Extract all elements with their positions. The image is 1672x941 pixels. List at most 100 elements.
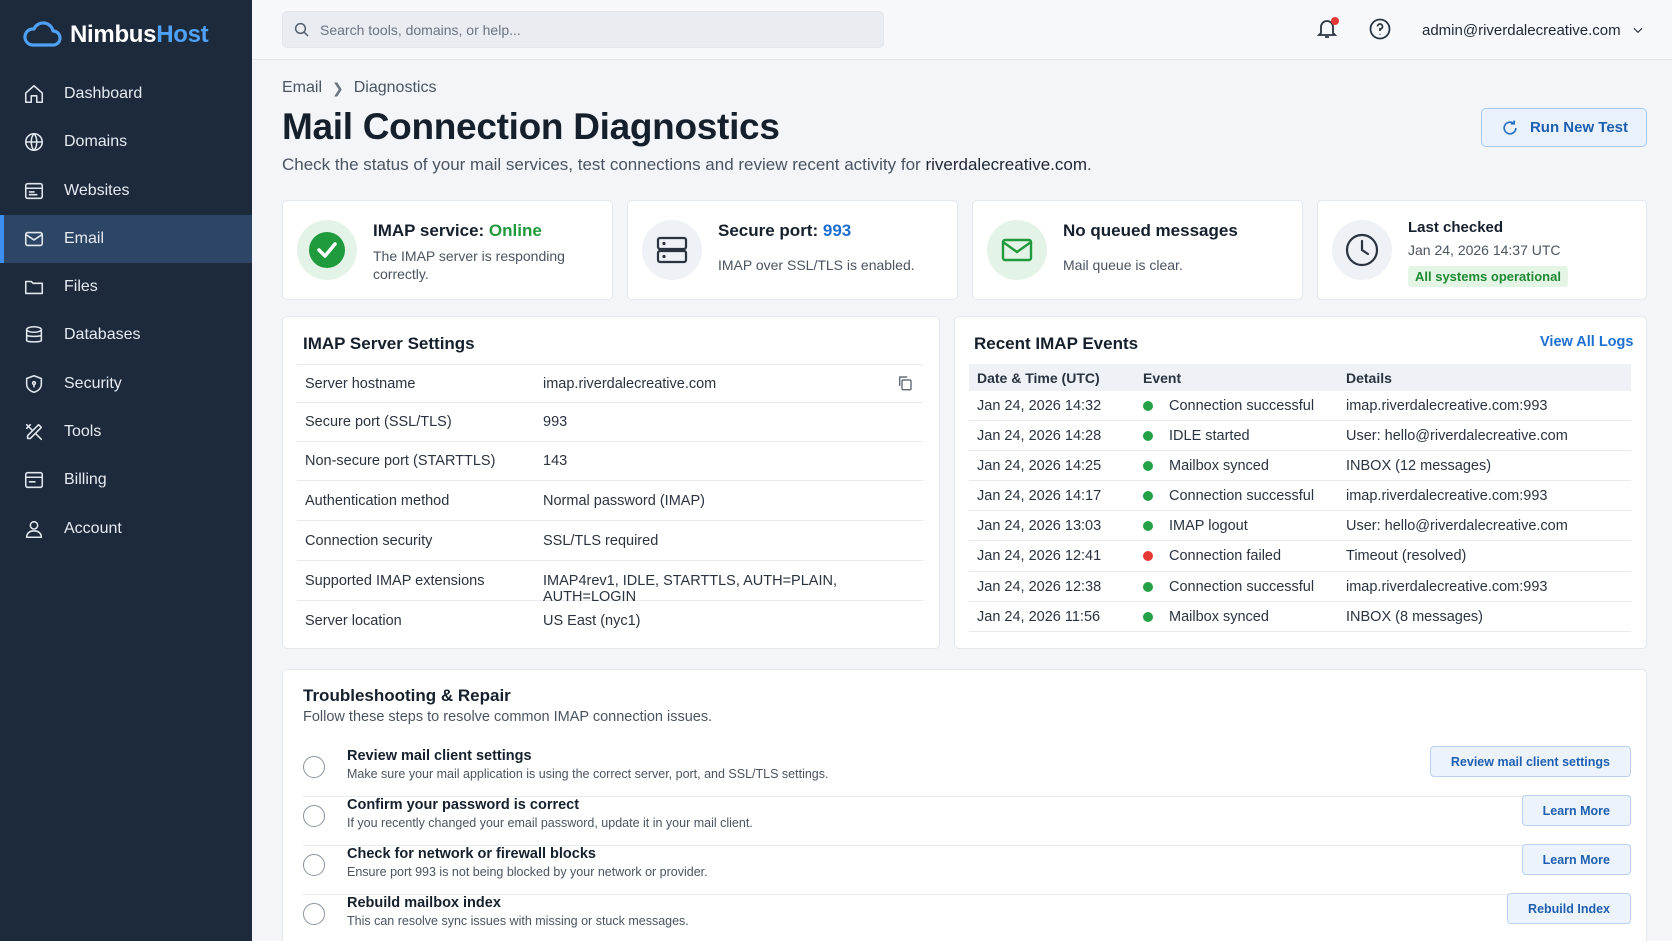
help-button[interactable] <box>1368 17 1394 43</box>
event-row: Jan 24, 2026 14:28 IDLE started User: hell… <box>969 421 1631 451</box>
event-row: Jan 24, 2026 14:32 Connection successful i… <box>969 391 1631 421</box>
status-dot <box>1143 551 1153 561</box>
chevron-down-icon <box>1633 27 1643 34</box>
run-new-test-button[interactable]: Run New Test <box>1481 108 1647 147</box>
sidebar-item-websites[interactable]: Websites <box>0 167 252 215</box>
mail-icon <box>22 227 46 251</box>
help-icon <box>1369 18 1391 40</box>
sidebar-item-label: Dashboard <box>64 85 143 102</box>
search-bar[interactable] <box>282 11 884 48</box>
step-checkbox[interactable] <box>303 756 325 778</box>
sidebar-item-label: Databases <box>64 326 141 344</box>
breadcrumb-email-link[interactable]: Email <box>282 79 322 97</box>
step-action-button[interactable]: Learn More <box>1521 795 1631 826</box>
home-icon <box>22 82 46 106</box>
sidebar-item-files[interactable]: Files <box>0 263 252 311</box>
event-row: Jan 24, 2026 14:17 Connection successful i… <box>969 481 1631 511</box>
step-title: Rebuild mailbox index <box>347 895 501 911</box>
event-details: Timeout (resolved) <box>1346 548 1467 564</box>
step-action-button[interactable]: Review mail client settings <box>1429 746 1631 777</box>
event-cell: Mailbox synced <box>1143 458 1269 474</box>
sidebar-item-tools[interactable]: Tools <box>0 408 252 456</box>
settings-row: Server hostname imap.riverdalecreative.c… <box>297 364 923 403</box>
event-row: Jan 24, 2026 12:38 Connection successful i… <box>969 572 1631 602</box>
event-cell: Connection successful <box>1143 579 1314 595</box>
search-input[interactable] <box>320 21 860 38</box>
view-all-logs-link[interactable]: View All Logs <box>1540 334 1633 350</box>
sidebar-item-billing[interactable]: Billing <box>0 456 252 504</box>
database-icon <box>22 323 46 347</box>
user-menu[interactable]: admin@riverdalecreative.com <box>1422 18 1645 42</box>
step-checkbox[interactable] <box>303 854 325 876</box>
event-time: Jan 24, 2026 12:38 <box>977 579 1102 595</box>
sidebar-item-label: Files <box>64 278 98 296</box>
event-cell: Connection failed <box>1143 548 1281 564</box>
sidebar-item-label: Billing <box>64 471 107 489</box>
settings-row: Non-secure port (STARTTLS) 143 <box>297 442 923 481</box>
copy-icon[interactable] <box>896 374 916 394</box>
event-details: User: hello@riverdalecreative.com <box>1346 518 1568 534</box>
sidebar-item-security[interactable]: Security <box>0 360 252 408</box>
imap-status-desc: The IMAP server is responding correctly. <box>373 248 565 282</box>
status-dot <box>1143 521 1153 531</box>
panel-title: Recent IMAP Events <box>974 334 1139 353</box>
panel-title: Troubleshooting & Repair <box>303 686 511 705</box>
step-description: If you recently changed your email passw… <box>347 816 753 830</box>
status-circle <box>642 220 702 280</box>
settings-row: Supported IMAP extensions IMAP4rev1, IDL… <box>297 561 923 605</box>
status-dot <box>1143 461 1153 471</box>
sidebar-nav: Dashboard Domains Websites Email Files D… <box>0 70 252 553</box>
step-checkbox[interactable] <box>303 805 325 827</box>
folder-icon <box>22 275 46 299</box>
settings-row: Server location US East (nyc1) <box>305 613 641 629</box>
user-icon <box>22 517 46 541</box>
panel-title: IMAP Server Settings <box>303 334 475 353</box>
brand-logo[interactable]: NimbusHost <box>22 18 209 52</box>
event-name: Mailbox synced <box>1169 458 1269 474</box>
event-row: Jan 24, 2026 12:41 Connection failed Timeo… <box>969 541 1631 572</box>
check-circle-icon <box>309 232 345 268</box>
step-action-button[interactable]: Learn More <box>1521 844 1631 875</box>
event-details: INBOX (12 messages) <box>1346 458 1492 474</box>
event-cell: Connection successful <box>1143 398 1314 414</box>
imap-settings-panel: IMAP Server Settings Server hostname ima… <box>282 316 940 649</box>
clock-icon <box>1345 233 1379 267</box>
browser-window-icon <box>22 179 46 203</box>
status-badge: All systems operational <box>1408 266 1568 287</box>
event-name: IMAP logout <box>1169 518 1248 534</box>
last-checked-title: Last checked <box>1408 219 1504 236</box>
refresh-icon <box>1503 120 1517 135</box>
sidebar-item-label: Tools <box>64 423 102 441</box>
notification-dot <box>1331 17 1339 25</box>
sidebar-item-domains[interactable]: Domains <box>0 118 252 166</box>
event-details: imap.riverdalecreative.com:993 <box>1346 488 1548 504</box>
event-time: Jan 24, 2026 14:25 <box>977 458 1102 474</box>
event-time: Jan 24, 2026 13:03 <box>977 518 1102 534</box>
step-description: This can resolve sync issues with missin… <box>347 914 689 928</box>
event-cell: IDLE started <box>1143 428 1250 444</box>
sidebar: NimbusHost Dashboard Domains Websites Em… <box>0 0 252 941</box>
sidebar-item-account[interactable]: Account <box>0 505 252 553</box>
event-time: Jan 24, 2026 12:41 <box>977 548 1102 564</box>
mail-queue-title: No queued messages <box>1063 221 1238 240</box>
step-checkbox[interactable] <box>303 903 325 925</box>
step-action-button[interactable]: Rebuild Index <box>1507 893 1631 924</box>
event-row: Jan 24, 2026 14:25 Mailbox synced INBOX (1… <box>969 451 1631 481</box>
topbar: admin@riverdalecreative.com <box>252 0 1672 60</box>
event-row: Jan 24, 2026 13:03 IMAP logout User: hello… <box>969 511 1631 541</box>
user-email: admin@riverdalecreative.com <box>1422 21 1621 39</box>
event-name: Mailbox synced <box>1169 609 1269 625</box>
step-title: Confirm your password is correct <box>347 797 580 813</box>
event-cell: Connection successful <box>1143 488 1314 504</box>
event-time: Jan 24, 2026 14:17 <box>977 488 1102 504</box>
sidebar-item-databases[interactable]: Databases <box>0 311 252 359</box>
step-title: Review mail client settings <box>347 748 532 764</box>
cloud-logo-icon <box>23 21 62 47</box>
notifications-button[interactable] <box>1315 16 1341 44</box>
sidebar-item-dashboard[interactable]: Dashboard <box>0 70 252 118</box>
status-dot <box>1143 582 1153 592</box>
tools-icon <box>22 420 46 444</box>
page-title: Mail Connection Diagnostics <box>282 106 780 147</box>
status-circle <box>1332 220 1392 280</box>
sidebar-item-email[interactable]: Email <box>0 214 252 263</box>
